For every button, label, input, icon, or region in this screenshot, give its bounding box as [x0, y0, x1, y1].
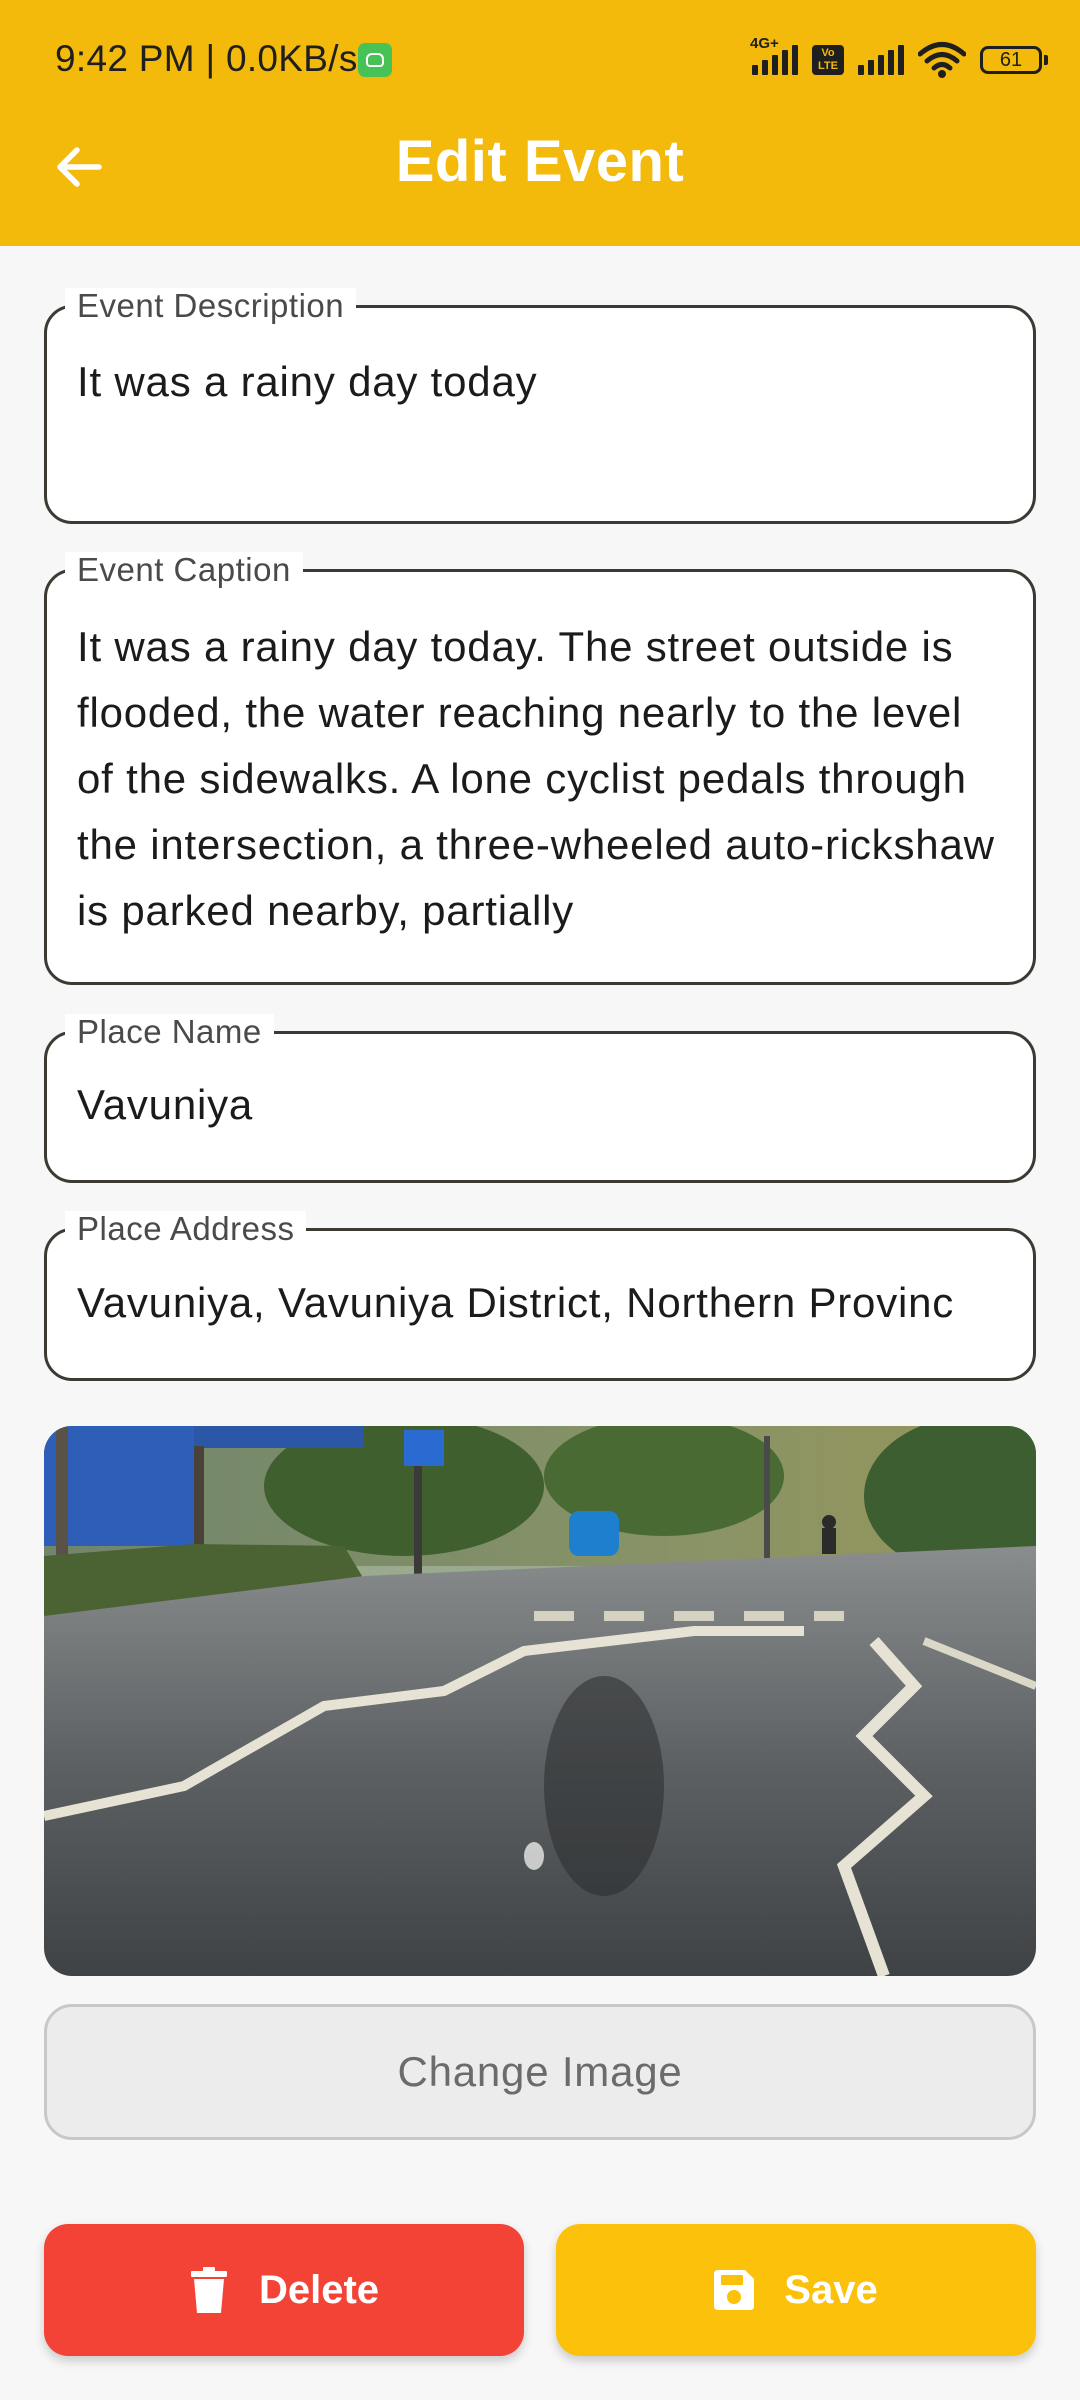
battery-icon: 61 [980, 46, 1048, 74]
notification-app-icon [358, 43, 392, 77]
delete-button-label: Delete [258, 2267, 380, 2312]
event-description-label: Event Description [65, 288, 357, 324]
save-button[interactable]: Save [556, 2224, 1036, 2356]
volte-badge: Vo LTE [812, 45, 844, 75]
event-caption-field[interactable]: Event Caption It was a rainy day today. … [44, 552, 1036, 985]
battery-level: 61 [999, 49, 1023, 71]
place-name-field[interactable]: Place Name Vavuniya [44, 1014, 1036, 1183]
place-address-field[interactable]: Place Address Vavuniya, Vavuniya Distric… [44, 1211, 1036, 1381]
event-caption-label: Event Caption [65, 552, 303, 588]
status-bar: 9:42 PM | 0.0KB/s 4G+ Vo LTE 61 [0, 0, 1080, 120]
photo-icon [44, 1426, 1036, 1976]
place-address-label: Place Address [65, 1211, 307, 1247]
mobile-signal-icon: 4G+ [750, 35, 798, 75]
network-type-label: 4G+ [750, 35, 779, 52]
event-image [44, 1426, 1036, 1976]
event-description-input[interactable]: It was a rainy day today [77, 358, 1009, 406]
place-name-label: Place Name [65, 1014, 274, 1050]
change-image-button[interactable]: Change Image [44, 2004, 1036, 2140]
save-button-label: Save [784, 2267, 878, 2312]
mobile-signal-icon-2 [858, 45, 904, 75]
page-title: Edit Event [395, 129, 685, 194]
status-indicators: 4G+ Vo LTE 61 [750, 35, 1048, 84]
status-time: 9:42 PM | 0.0KB/s [55, 38, 358, 79]
floppy-disk-icon [714, 2270, 755, 2310]
place-address-input[interactable]: Vavuniya, Vavuniya District, Northern Pr… [77, 1279, 1009, 1327]
event-description-field[interactable]: Event Description It was a rainy day tod… [44, 288, 1036, 524]
place-name-input[interactable]: Vavuniya [77, 1081, 1009, 1129]
event-caption-input[interactable]: It was a rainy day today. The street out… [77, 614, 1009, 944]
app-bar: 9:42 PM | 0.0KB/s 4G+ Vo LTE 61 Edit Eve… [0, 0, 1080, 246]
wifi-icon [918, 42, 966, 78]
trash-icon [190, 2267, 227, 2313]
delete-button[interactable]: Delete [44, 2224, 524, 2356]
